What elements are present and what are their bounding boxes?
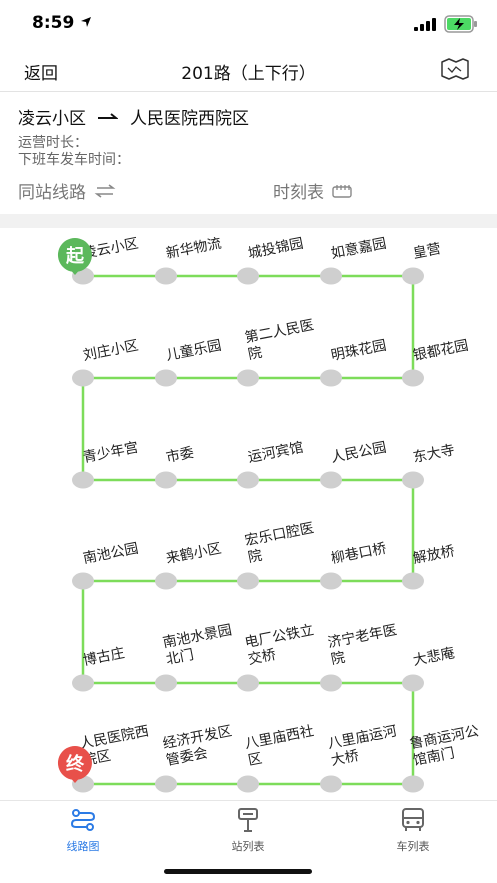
route-line [81, 274, 415, 786]
stop-dot[interactable] [320, 572, 342, 590]
stop-dot[interactable] [320, 775, 342, 793]
timetable-button[interactable]: 时刻表 [273, 178, 352, 203]
stop-dot[interactable] [237, 674, 259, 692]
stop-dot[interactable] [402, 369, 424, 387]
start-badge: 起 [55, 236, 95, 276]
stop-dot[interactable] [320, 471, 342, 489]
tab-label: 车列表 [396, 840, 430, 853]
stop-dot[interactable] [72, 471, 94, 489]
stop-dot[interactable] [320, 267, 342, 285]
route-map: 凌云小区 新华物流 城投锦园 如意嘉园 皇营 银都花园 明珠花园 第二人民医院 儿童乐园 刘庄小区… [0, 228, 497, 800]
stop-dot[interactable] [155, 267, 177, 285]
route-direction: 凌云小区 人民医院西院区 [18, 104, 249, 129]
nav-bar: 返回 201路（上下行） [0, 46, 497, 92]
arrow-right-icon [98, 112, 118, 119]
stop-dot[interactable] [320, 674, 342, 692]
route-info: 凌云小区 人民医院西院区 运营时长： 下班车发车时间： 同站线路 时刻表 [0, 92, 497, 214]
stop-dot[interactable] [402, 572, 424, 590]
timetable-icon [332, 184, 352, 198]
location-arrow-icon [81, 17, 91, 27]
stop-dot[interactable] [72, 572, 94, 590]
bus-list-icon [402, 808, 424, 831]
stop-dot[interactable] [237, 775, 259, 793]
page-title: 201路（上下行） [181, 64, 316, 84]
stop-dot[interactable] [72, 674, 94, 692]
stop-dot[interactable] [402, 267, 424, 285]
stop-dot[interactable] [155, 775, 177, 793]
section-divider [0, 214, 497, 228]
last-bus-time: 下班车发车时间： [18, 152, 130, 168]
tab-station-list[interactable]: 站列表 [188, 807, 308, 854]
stop-dot[interactable] [402, 471, 424, 489]
stop-dot[interactable] [237, 267, 259, 285]
stop-dot[interactable] [237, 369, 259, 387]
signal-icon [414, 18, 436, 31]
timetable-label: 时刻表 [273, 183, 324, 203]
tab-route-map[interactable]: 线路图 [23, 807, 143, 854]
home-indicator [164, 869, 312, 874]
destination-stop: 人民医院西院区 [130, 109, 249, 129]
end-badge: 终 [55, 744, 95, 784]
stop-dot[interactable] [320, 369, 342, 387]
map-icon[interactable] [440, 58, 470, 80]
stop-dot[interactable] [237, 471, 259, 489]
stop-dot[interactable] [155, 572, 177, 590]
station-list-icon [238, 808, 258, 832]
same-station-routes-button[interactable]: 同站线路 [18, 178, 116, 203]
status-bar: 8:59 [0, 0, 497, 46]
tab-bus-list[interactable]: 车列表 [353, 807, 473, 854]
tab-label: 站列表 [231, 840, 265, 853]
stop-dot[interactable] [402, 775, 424, 793]
stop-dot[interactable] [402, 674, 424, 692]
stop-dot[interactable] [155, 674, 177, 692]
status-time: 8:59 [32, 13, 75, 33]
start-badge-text: 起 [66, 246, 84, 267]
stop-dot[interactable] [155, 369, 177, 387]
stop-dot[interactable] [155, 471, 177, 489]
origin-stop: 凌云小区 [18, 109, 86, 129]
same-station-label: 同站线路 [18, 183, 86, 203]
swap-icon [94, 183, 116, 198]
battery-charging-icon [444, 15, 477, 33]
end-badge-text: 终 [66, 754, 84, 775]
tab-label: 线路图 [66, 840, 100, 853]
stop-dot[interactable] [72, 369, 94, 387]
stop-dot[interactable] [237, 572, 259, 590]
route-map-icon [70, 809, 96, 831]
